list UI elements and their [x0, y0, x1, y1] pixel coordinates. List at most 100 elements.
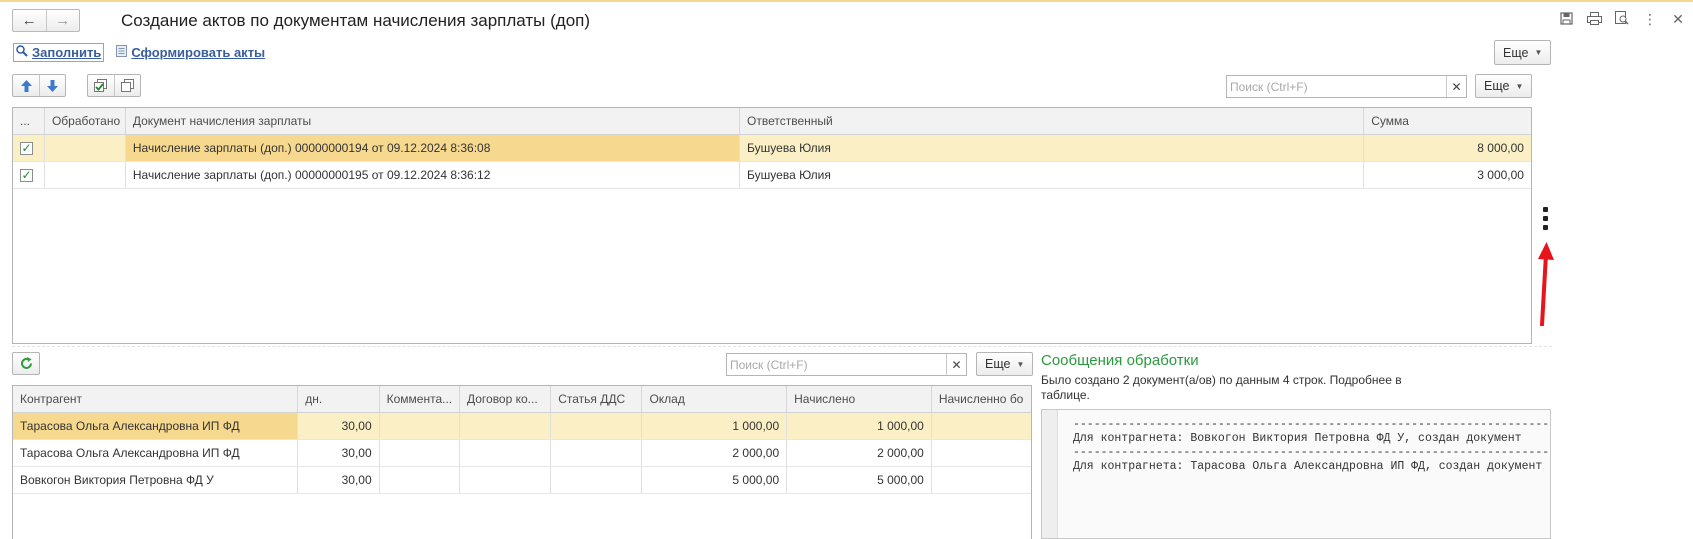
- dds-cell: [551, 413, 643, 439]
- accrued-bonus-cell: [932, 440, 1031, 466]
- contractor-cell[interactable]: Тарасова Ольга Александровна ИП ФД: [13, 413, 299, 439]
- comment-cell: [380, 440, 460, 466]
- splitter[interactable]: [12, 346, 1552, 347]
- comment-cell: [379, 413, 460, 439]
- form-more-label: Еще: [1503, 45, 1529, 60]
- top-search-input[interactable]: [1227, 76, 1446, 97]
- row-checkbox[interactable]: ✓: [13, 135, 45, 161]
- log-text: ----------------------------------------…: [1073, 410, 1550, 538]
- top-table-more-button[interactable]: Еще ▼: [1475, 74, 1533, 98]
- arrow-up-icon[interactable]: [13, 75, 39, 96]
- table-row[interactable]: ✓ Начисление зарплаты (доп.) 00000000195…: [13, 162, 1531, 189]
- dds-cell: [551, 467, 643, 493]
- more-vert-icon[interactable]: ⋮: [1643, 11, 1657, 28]
- more-vert-icon[interactable]: [1540, 207, 1550, 230]
- row-checkbox[interactable]: ✓: [13, 162, 45, 188]
- column-header-contractor[interactable]: Контрагент: [13, 386, 299, 412]
- column-header-salary[interactable]: Оклад: [642, 386, 788, 412]
- form-more-button[interactable]: Еще ▼: [1494, 40, 1552, 65]
- table-row[interactable]: Тарасова Ольга Александровна ИП ФД 30,00…: [13, 440, 1031, 467]
- contractor-cell[interactable]: Вовкогон Виктория Петровна ФД У: [13, 467, 299, 493]
- column-header-processed[interactable]: Обработано: [45, 108, 126, 134]
- refresh-button[interactable]: [12, 352, 40, 375]
- table-row[interactable]: ✓ Начисление зарплаты (доп.) 00000000194…: [13, 135, 1531, 162]
- column-header-dds[interactable]: Статья ДДС: [551, 386, 643, 412]
- column-header-document[interactable]: Документ начисления зарплаты: [126, 108, 741, 134]
- accrued-bonus-cell: [931, 413, 1031, 439]
- caret-down-icon: ▼: [1515, 81, 1524, 91]
- column-header-sum[interactable]: Сумма: [1364, 108, 1531, 134]
- accrued-cell: 5 000,00: [787, 467, 932, 493]
- uncheck-all-icon[interactable]: [114, 75, 140, 96]
- bottom-search-field: ✕: [726, 353, 967, 376]
- top-table-more-label: Еще: [1484, 79, 1510, 93]
- fill-button[interactable]: Заполнить: [13, 43, 105, 62]
- top-search-field: ✕: [1226, 75, 1467, 98]
- document-cell[interactable]: Начисление зарплаты (доп.) 00000000194 о…: [125, 135, 741, 161]
- salary-cell: 2 000,00: [642, 440, 788, 466]
- refresh-icon: [13, 353, 39, 374]
- days-cell: 30,00: [298, 440, 380, 466]
- contract-cell: [460, 467, 552, 493]
- forward-icon[interactable]: →: [45, 10, 80, 31]
- contract-cell: [459, 413, 552, 439]
- command-bar: Заполнить Сформировать акты: [13, 43, 265, 62]
- table-row[interactable]: Вовкогон Виктория Петровна ФД У 30,00 5 …: [13, 467, 1031, 494]
- back-icon[interactable]: ←: [13, 10, 46, 31]
- contractors-table: Контрагент дн. Коммента... Договор ко...…: [12, 385, 1032, 539]
- column-header-responsible[interactable]: Ответственный: [740, 108, 1365, 134]
- column-header-contract[interactable]: Договор ко...: [460, 386, 552, 412]
- column-header-days[interactable]: дн.: [298, 386, 380, 412]
- window-tools: ⋮ ✕: [1559, 11, 1685, 28]
- days-cell: 30,00: [298, 467, 380, 493]
- document-cell[interactable]: Начисление зарплаты (доп.) 00000000195 о…: [126, 162, 741, 188]
- processed-cell: [44, 135, 126, 161]
- log-line: ----------------------------------------…: [1073, 446, 1551, 459]
- dds-cell: [551, 440, 643, 466]
- column-header-accrued[interactable]: Начислено: [787, 386, 932, 412]
- arrow-down-icon[interactable]: [39, 75, 65, 96]
- clear-search-icon[interactable]: ✕: [946, 354, 966, 375]
- move-buttons: [12, 74, 66, 97]
- annotation-arrow-icon: [1538, 242, 1554, 326]
- bottom-search-input[interactable]: [727, 354, 946, 375]
- create-acts-button[interactable]: Сформировать акты: [116, 45, 265, 60]
- log-line: ----------------------------------------…: [1073, 418, 1551, 431]
- messages-summary: Было создано 2 документ(а/ов) по данным …: [1041, 373, 1402, 402]
- table-row[interactable]: Тарасова Ольга Александровна ИП ФД 30,00…: [13, 413, 1031, 440]
- print-icon[interactable]: [1587, 11, 1602, 28]
- bottom-table-more-button[interactable]: Еще ▼: [976, 352, 1034, 376]
- checkmark-icon: ✓: [20, 141, 33, 155]
- document-icon: [116, 45, 128, 60]
- documents-table: ... Обработано Документ начисления зарпл…: [12, 107, 1532, 344]
- comment-cell: [380, 467, 460, 493]
- window-top-accent: [0, 0, 1693, 2]
- column-header-mark[interactable]: ...: [13, 108, 45, 134]
- caret-down-icon: ▼: [1534, 48, 1543, 57]
- check-all-icon[interactable]: [88, 75, 114, 96]
- responsible-cell: Бушуева Юлия: [740, 162, 1365, 188]
- save-icon[interactable]: [1559, 11, 1573, 28]
- column-header-comment[interactable]: Коммента...: [380, 386, 460, 412]
- processed-cell: [45, 162, 126, 188]
- check-buttons: [87, 74, 141, 97]
- preview-icon[interactable]: [1615, 11, 1629, 28]
- accrued-cell: 2 000,00: [787, 440, 932, 466]
- column-header-accrued-bonus[interactable]: Начисленно бо: [932, 386, 1031, 412]
- log-line: Для контрагнета: Тарасова Ольга Александ…: [1073, 460, 1543, 473]
- close-icon[interactable]: ✕: [1671, 11, 1685, 28]
- salary-cell: 5 000,00: [642, 467, 788, 493]
- clear-search-icon[interactable]: ✕: [1446, 76, 1466, 97]
- nav-buttons: ← →: [12, 9, 80, 32]
- salary-cell: 1 000,00: [642, 413, 788, 439]
- create-acts-label: Сформировать акты: [131, 45, 266, 60]
- messages-log[interactable]: ----------------------------------------…: [1041, 409, 1551, 539]
- fill-button-label: Заполнить: [32, 45, 102, 60]
- contractor-cell[interactable]: Тарасова Ольга Александровна ИП ФД: [13, 440, 299, 466]
- responsible-cell: Бушуева Юлия: [740, 135, 1365, 161]
- log-gutter: [1042, 410, 1058, 538]
- sum-cell: 3 000,00: [1477, 168, 1524, 182]
- log-line: Для контрагнета: Вовкогон Виктория Петро…: [1073, 432, 1522, 445]
- messages-title: Сообщения обработки: [1041, 352, 1199, 369]
- sum-cell: 8 000,00: [1364, 135, 1531, 161]
